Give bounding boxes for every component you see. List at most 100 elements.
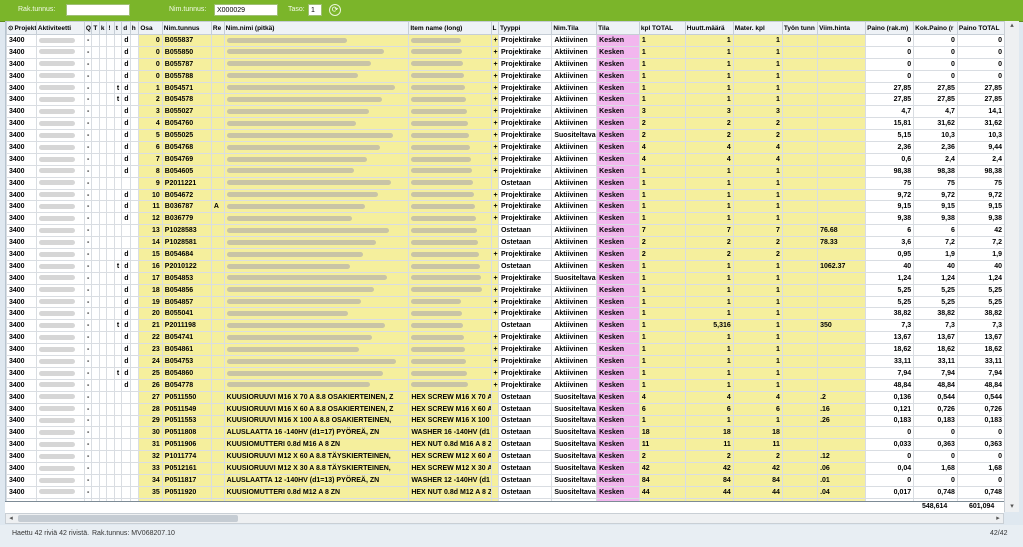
table-row[interactable]: 3400 - d 6 B054768 + Projektirake Aktiivinen Kes… bbox=[6, 141, 1005, 154]
table-row[interactable]: 3400 - 34 P0511817 ALUSLAATTA 12 -140HV (d1=… bbox=[6, 473, 1005, 487]
table-cell: 1 bbox=[684, 164, 734, 178]
table-row[interactable]: 3400 - d 5 B055025 + Projektirake Suositeltava K… bbox=[6, 129, 1005, 143]
table-row[interactable]: 3400 - d 10 B054672 + Projektirake Aktiivinen Ke… bbox=[6, 188, 1005, 202]
column-header[interactable]: Kok.Paino (r bbox=[913, 21, 958, 35]
table-cell bbox=[91, 212, 100, 226]
table-row[interactable]: 3400 - d 7 B054769 + Projektirake Aktiivinen Kes… bbox=[6, 152, 1005, 166]
column-header[interactable]: Aktiviteetti bbox=[35, 21, 85, 35]
table-row[interactable]: 3400 - d 20 B055041 + Projektirake Aktiivinen Ke… bbox=[6, 307, 1005, 321]
table-row[interactable]: 3400 - d 22 B054741 + Projektirake Aktiivinen Ke… bbox=[6, 331, 1005, 345]
column-header[interactable]: T bbox=[91, 21, 100, 35]
rak-input[interactable] bbox=[66, 4, 130, 16]
redacted-text bbox=[38, 215, 75, 221]
table-cell: 0,136 bbox=[865, 390, 915, 404]
table-row[interactable]: 3400 - d 8 B054605 + Projektirake Aktiivinen Kes… bbox=[6, 164, 1005, 178]
table-cell: 0 bbox=[956, 45, 1005, 59]
table-row[interactable]: 3400 - d 17 B054853 + Projektirake Suositeltava… bbox=[6, 271, 1005, 285]
column-header[interactable]: Paino TOTAL bbox=[956, 21, 1005, 35]
horizontal-scrollbar[interactable]: ◂ ▸ bbox=[5, 513, 1004, 524]
table-cell: 0 bbox=[138, 34, 163, 47]
column-header[interactable]: L bbox=[490, 21, 500, 35]
table-row[interactable]: 3400 - 30 P0511808 ALUSLAATTA 16 -140HV (d1=… bbox=[6, 426, 1005, 440]
clock-refresh-icon[interactable]: ⟳ bbox=[329, 4, 341, 16]
redacted-text bbox=[38, 204, 75, 210]
nim-input[interactable] bbox=[214, 4, 278, 16]
table-row[interactable]: 3400 - d 24 B054753 + Projektirake Aktiivinen Ke… bbox=[6, 355, 1005, 368]
left-arrow-icon[interactable]: ◂ bbox=[6, 514, 16, 523]
table-cell bbox=[781, 93, 819, 107]
column-header[interactable]: kpl TOTAL bbox=[638, 21, 686, 35]
table-row[interactable]: 3400 - t d 2 B054578 + Projektirake Aktiivinen Ke… bbox=[6, 93, 1005, 107]
redacted-text bbox=[411, 49, 463, 55]
table-row[interactable]: 3400-14 P1028581 Ostetaan Aktiivinen Kesken 2… bbox=[6, 236, 1005, 250]
table-row[interactable]: 3400 - d 18 B054856 + Projektirake Aktiivinen Ke… bbox=[6, 283, 1005, 297]
table-row[interactable]: 3400- t d 1 B054571 + Projektirake Aktiivinen Ke… bbox=[6, 81, 1005, 95]
column-header[interactable]: Työn tunn bbox=[781, 21, 819, 35]
column-header[interactable]: Tyyppi bbox=[497, 21, 553, 35]
table-row[interactable]: 3400- d 0 B055837 + Projektirake Aktiivinen Kes… bbox=[6, 34, 1005, 47]
down-arrow-icon[interactable]: ▾ bbox=[1005, 502, 1019, 512]
table-cell: Kesken bbox=[596, 34, 640, 47]
table-row[interactable]: 3400- d 0 B055788 + Projektirake Aktiivinen Kes… bbox=[6, 69, 1005, 83]
column-header[interactable]: Mater. kpl bbox=[732, 21, 783, 35]
table-cell bbox=[817, 81, 867, 95]
table-cell: 40 bbox=[865, 259, 915, 273]
table-row[interactable]: 3400 - 32 P1011774 KUUSIORUUVI M12 X 60 A 8.… bbox=[6, 450, 1005, 464]
table-row[interactable]: 3400 - d 4 B054760 + Projektirake Aktiivinen Kes… bbox=[6, 117, 1005, 131]
column-header[interactable]: Huutt.määrä bbox=[684, 21, 734, 35]
up-arrow-icon[interactable]: ▴ bbox=[1005, 21, 1019, 31]
column-header[interactable]: Nim.nimi (pitkä) bbox=[223, 21, 410, 35]
column-header[interactable]: Tila bbox=[596, 21, 640, 35]
column-header[interactable]: Viim.hinta bbox=[817, 21, 867, 35]
table-cell bbox=[91, 141, 100, 154]
table-row[interactable]: 3400- d 0 B055850 + Projektirake Aktiivinen Kes… bbox=[6, 45, 1005, 59]
table-row[interactable]: 3400 - t d 16 P2010122 Ostetaan Aktiivinen Keske… bbox=[6, 259, 1005, 273]
table-row[interactable]: 3400- d 3 B055027 + Projektirake Aktiivinen Kes… bbox=[6, 105, 1005, 119]
column-header[interactable]: k bbox=[98, 21, 108, 35]
table-cell: - bbox=[83, 283, 93, 297]
table-row[interactable]: 3400 - 29 P0511553 KUUSIORUUVI M16 X 100 A 8… bbox=[6, 414, 1005, 428]
column-header[interactable]: Item name (long) bbox=[408, 21, 492, 35]
table-cell: 1 bbox=[732, 366, 783, 380]
table-row[interactable]: 3400-13 P1028583 Ostetaan Aktiivinen Kesken 7… bbox=[6, 224, 1005, 238]
data-grid: ⊙Projekti Aktiviteetti Q Tk! t d h Osa Nim.tunnu… bbox=[5, 21, 1005, 501]
table-row[interactable]: 3400 - d 23 B054861 + Projektirake Aktiivinen Ke… bbox=[6, 343, 1005, 357]
column-header[interactable]: Nim.tunnus bbox=[161, 21, 212, 35]
table-row[interactable]: 3400- d 11 B036787 A + Projektirake Aktiivinen K… bbox=[6, 200, 1005, 214]
table-cell bbox=[98, 141, 108, 154]
table-row[interactable]: 3400 - d 19 B054857 + Projektirake Aktiivinen Ke… bbox=[6, 295, 1005, 309]
scroll-thumb[interactable] bbox=[18, 515, 238, 522]
column-header[interactable]: Paino (rak.m) bbox=[865, 21, 915, 35]
table-row[interactable]: 3400- d 0 B055787 + Projektirake Aktiivinen Kes… bbox=[6, 57, 1005, 71]
column-header[interactable]: Q bbox=[83, 21, 93, 35]
column-header[interactable]: Re bbox=[210, 21, 225, 35]
table-row[interactable]: 3400 - d 15 B054684 + Projektirake Aktiivinen Ke… bbox=[6, 248, 1005, 261]
circle-menu-icon[interactable]: ⊙ bbox=[8, 25, 13, 32]
table-row[interactable]: 3400 - 28 P0511549 KUUSIORUUVI M16 X 60 A 8.… bbox=[6, 402, 1005, 416]
redacted-text bbox=[411, 370, 468, 376]
column-header[interactable]: d bbox=[121, 21, 131, 35]
right-arrow-icon[interactable]: ▸ bbox=[993, 514, 1003, 523]
column-header[interactable]: h bbox=[129, 21, 140, 35]
column-header[interactable]: ⊙Projekti bbox=[6, 21, 37, 35]
column-header[interactable]: Osa bbox=[138, 21, 163, 35]
taso-input[interactable] bbox=[308, 4, 322, 16]
column-header[interactable]: Nim.Tila bbox=[551, 21, 598, 35]
table-cell: 22 bbox=[138, 331, 163, 345]
table-row[interactable]: 3400 - t d 21 P2011198 Ostetaan Aktiivinen Keske… bbox=[6, 319, 1005, 333]
table-row[interactable]: 3400-9 P2011221 Ostetaan Aktiivinen Kesken 1 1… bbox=[6, 176, 1005, 190]
table-row[interactable]: 3400 - 33 P0512161 KUUSIORUUVI M12 X 30 A 8.… bbox=[6, 462, 1005, 475]
table-cell: - bbox=[83, 81, 93, 95]
table-row[interactable]: 3400 - 27 P0511550 KUUSIORUUVI M16 X 70 A 8.… bbox=[6, 390, 1005, 404]
table-row[interactable]: 3400 - t d 25 B054860 + Projektirake Aktiivinen K… bbox=[6, 366, 1005, 380]
table-cell: 0 bbox=[913, 45, 958, 59]
table-cell: 3,6 bbox=[865, 236, 915, 250]
table-row[interactable]: 3400 - 35 P0511920 KUUSIOMUTTERI 0.8d M12 A … bbox=[6, 485, 1005, 499]
vertical-scrollbar[interactable]: ▴ ▾ bbox=[1004, 21, 1019, 512]
column-header[interactable]: ! bbox=[106, 21, 115, 35]
table-row[interactable]: 3400 - d 26 B054778 + Projektirake Aktiivinen Ke… bbox=[6, 378, 1005, 392]
table-cell bbox=[781, 331, 819, 345]
table-row[interactable]: 3400 - 31 P0511906 KUUSIOMUTTERI 0.8d M16 A … bbox=[6, 438, 1005, 452]
column-header[interactable]: t bbox=[113, 21, 123, 35]
table-row[interactable]: 3400 - d 12 B036779 + Projektirake Aktiivinen Ke… bbox=[6, 212, 1005, 226]
